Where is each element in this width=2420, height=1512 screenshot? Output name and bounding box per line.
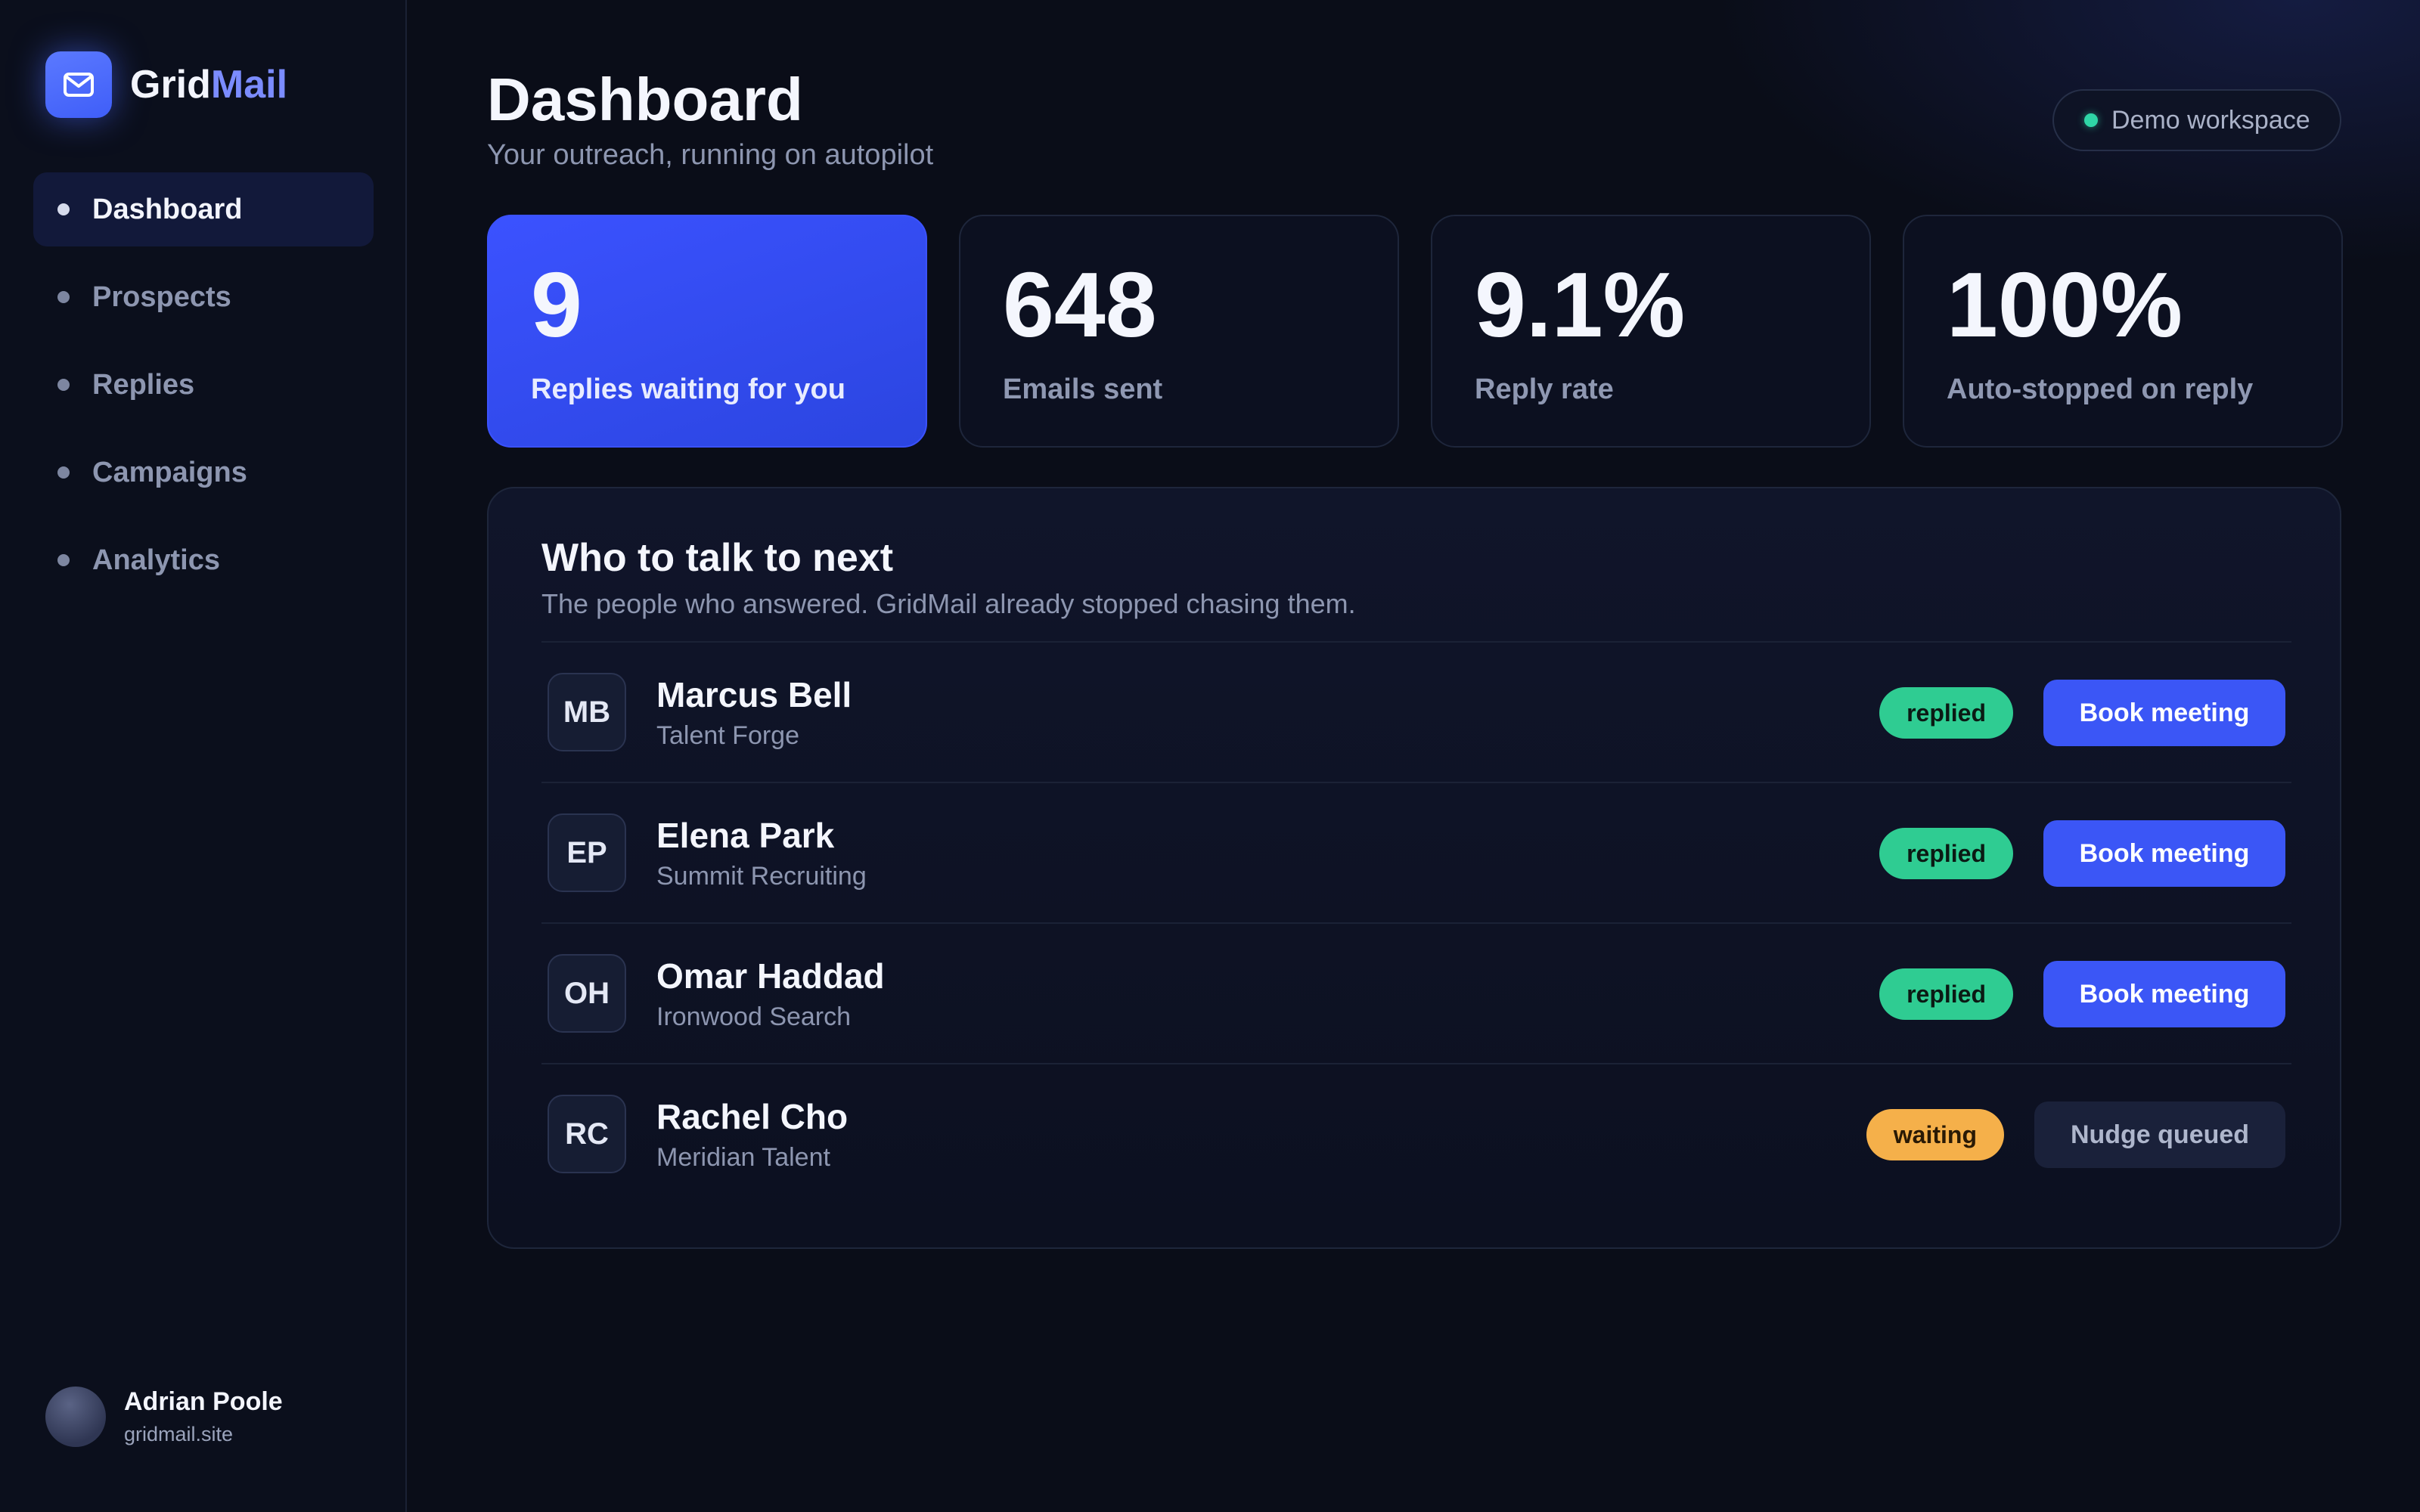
brand-name: GridMail bbox=[130, 62, 287, 107]
stat-value: 648 bbox=[1003, 253, 1157, 356]
stats-row: 9 Replies waiting for you 648 Emails sen… bbox=[487, 215, 2343, 448]
sidebar: GridMail Dashboard Prospects Replies Cam… bbox=[0, 0, 407, 1512]
stat-label: Reply rate bbox=[1475, 373, 1614, 405]
workspace-label: Demo workspace bbox=[2111, 105, 2310, 135]
person-name: Omar Haddad bbox=[656, 956, 885, 996]
row-actions: replied Book meeting bbox=[1879, 643, 2285, 783]
stat-card-reply-rate: 9.1% Reply rate bbox=[1431, 215, 1871, 448]
person-name: Marcus Bell bbox=[656, 674, 852, 714]
sidebar-item-dashboard[interactable]: Dashboard bbox=[33, 172, 374, 246]
list-item[interactable]: RC Rachel Cho Meridian Talent waiting Nu… bbox=[541, 1063, 2291, 1204]
person-info: Marcus Bell Talent Forge bbox=[656, 674, 852, 751]
sidebar-item-campaigns[interactable]: Campaigns bbox=[33, 435, 374, 510]
person-info: Omar Haddad Ironwood Search bbox=[656, 956, 885, 1032]
sidebar-item-replies[interactable]: Replies bbox=[33, 348, 374, 422]
list-item[interactable]: OH Omar Haddad Ironwood Search replied B… bbox=[541, 922, 2291, 1063]
sidebar-item-label: Analytics bbox=[92, 544, 220, 576]
brand-name-part2: Mail bbox=[210, 63, 288, 107]
person-company: Ironwood Search bbox=[656, 1002, 852, 1031]
stat-value: 9 bbox=[531, 253, 582, 356]
prospect-list: MB Marcus Bell Talent Forge replied Book… bbox=[541, 641, 2291, 1204]
book-meeting-button[interactable]: Book meeting bbox=[2043, 961, 2285, 1027]
sidebar-item-label: Prospects bbox=[92, 280, 231, 313]
person-info: Rachel Cho Meridian Talent bbox=[656, 1096, 848, 1173]
sidebar-item-label: Campaigns bbox=[92, 456, 247, 488]
mail-icon bbox=[45, 51, 112, 118]
sidebar-item-prospects[interactable]: Prospects bbox=[33, 260, 374, 334]
list-item[interactable]: MB Marcus Bell Talent Forge replied Book… bbox=[541, 641, 2291, 782]
dot-icon bbox=[57, 291, 70, 303]
page-title: Dashboard bbox=[487, 66, 803, 133]
who-to-talk-panel: Who to talk to next The people who answe… bbox=[487, 487, 2341, 1249]
person-name: Elena Park bbox=[656, 815, 835, 855]
stat-card-auto-stopped: 100% Auto-stopped on reply bbox=[1903, 215, 2343, 448]
panel-subtitle: The people who answered. GridMail alread… bbox=[541, 588, 1356, 619]
avatar: EP bbox=[548, 813, 626, 892]
avatar: RC bbox=[548, 1095, 626, 1173]
user-site: gridmail.site bbox=[124, 1423, 234, 1445]
dot-icon bbox=[57, 379, 70, 391]
brand-name-part1: Grid bbox=[130, 63, 211, 107]
brand[interactable]: GridMail bbox=[45, 51, 287, 118]
row-actions: waiting Nudge queued bbox=[1866, 1064, 2285, 1205]
main-content: Dashboard Your outreach, running on auto… bbox=[407, 0, 2420, 1512]
stat-label: Replies waiting for you bbox=[531, 373, 845, 405]
person-name: Rachel Cho bbox=[656, 1096, 849, 1136]
user-name: Adrian Poole bbox=[124, 1387, 283, 1416]
app-root: GridMail Dashboard Prospects Replies Cam… bbox=[0, 0, 2420, 1512]
dot-icon bbox=[57, 554, 70, 566]
row-actions: replied Book meeting bbox=[1879, 924, 2285, 1064]
dot-icon bbox=[57, 466, 70, 479]
user-info: Adrian Poole gridmail.site bbox=[124, 1387, 283, 1446]
status-badge: replied bbox=[1879, 687, 2013, 739]
person-company: Meridian Talent bbox=[656, 1142, 830, 1172]
status-badge: waiting bbox=[1866, 1109, 2004, 1160]
sidebar-item-label: Replies bbox=[92, 368, 195, 401]
stat-value: 100% bbox=[1947, 253, 2183, 356]
page-subtitle: Your outreach, running on autopilot bbox=[487, 139, 934, 171]
stat-card-replies-waiting[interactable]: 9 Replies waiting for you bbox=[487, 215, 927, 448]
nudge-queued-button[interactable]: Nudge queued bbox=[2034, 1101, 2285, 1168]
list-item[interactable]: EP Elena Park Summit Recruiting replied … bbox=[541, 782, 2291, 922]
person-company: Talent Forge bbox=[656, 720, 799, 750]
sidebar-nav: Dashboard Prospects Replies Campaigns An… bbox=[33, 172, 374, 611]
avatar: OH bbox=[548, 954, 626, 1033]
sidebar-item-label: Dashboard bbox=[92, 193, 243, 225]
user-profile[interactable]: Adrian Poole gridmail.site bbox=[45, 1387, 283, 1447]
stat-card-emails-sent: 648 Emails sent bbox=[959, 215, 1399, 448]
row-actions: replied Book meeting bbox=[1879, 783, 2285, 924]
stat-label: Emails sent bbox=[1003, 373, 1163, 405]
avatar: MB bbox=[548, 673, 626, 751]
stat-value: 9.1% bbox=[1475, 253, 1686, 356]
status-badge: replied bbox=[1879, 968, 2013, 1020]
person-info: Elena Park Summit Recruiting bbox=[656, 815, 867, 891]
status-badge: replied bbox=[1879, 828, 2013, 879]
book-meeting-button[interactable]: Book meeting bbox=[2043, 680, 2285, 746]
stat-label: Auto-stopped on reply bbox=[1947, 373, 2254, 405]
sidebar-item-analytics[interactable]: Analytics bbox=[33, 523, 374, 597]
dot-icon bbox=[57, 203, 70, 215]
workspace-switcher[interactable]: Demo workspace bbox=[2052, 89, 2341, 151]
avatar bbox=[45, 1387, 106, 1447]
status-dot-icon bbox=[2084, 113, 2098, 127]
panel-title: Who to talk to next bbox=[541, 536, 894, 580]
book-meeting-button[interactable]: Book meeting bbox=[2043, 820, 2285, 887]
person-company: Summit Recruiting bbox=[656, 861, 867, 891]
